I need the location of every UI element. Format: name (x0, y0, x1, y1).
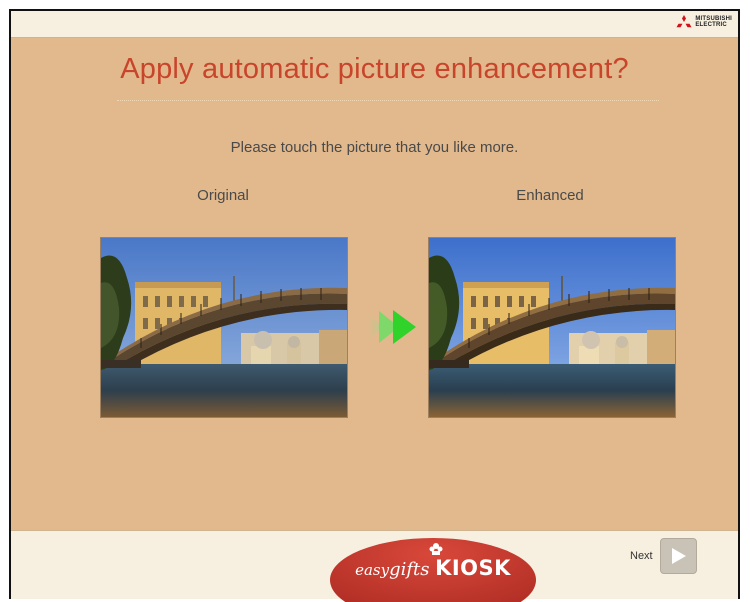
venice-bridge-photo-enhanced (429, 238, 675, 417)
instruction-text: Please touch the picture that you like m… (230, 139, 519, 156)
double-play-arrow-icon (361, 308, 421, 346)
logo-easy: easy (355, 561, 390, 579)
easygifts-kiosk-logo: easygifts KIOSK (330, 532, 536, 602)
play-triangle-icon (672, 548, 686, 564)
next-button[interactable] (660, 538, 697, 574)
top-bar: MITSUBISHI ELECTRIC (11, 11, 738, 38)
enhanced-label: Enhanced (516, 187, 584, 204)
next-label[interactable]: Next (630, 550, 653, 562)
title-divider (117, 100, 659, 101)
original-label: Original (197, 187, 249, 204)
logo-gifts: gifts (389, 559, 430, 580)
page-title: Apply automatic picture enhancement? (120, 53, 629, 85)
original-photo[interactable] (101, 238, 347, 417)
logo-text: easygifts KIOSK (330, 556, 536, 581)
enhanced-photo[interactable] (429, 238, 675, 417)
three-diamonds-icon (676, 15, 692, 28)
brand-line2: ELECTRIC (695, 22, 727, 28)
venice-bridge-photo-original (101, 238, 347, 417)
logo-kiosk: KIOSK (435, 556, 511, 580)
kiosk-screen: MITSUBISHI ELECTRIC Apply automatic pict… (9, 9, 740, 599)
brand-text: MITSUBISHI ELECTRIC (695, 16, 732, 28)
mitsubishi-logo: MITSUBISHI ELECTRIC (676, 15, 732, 29)
